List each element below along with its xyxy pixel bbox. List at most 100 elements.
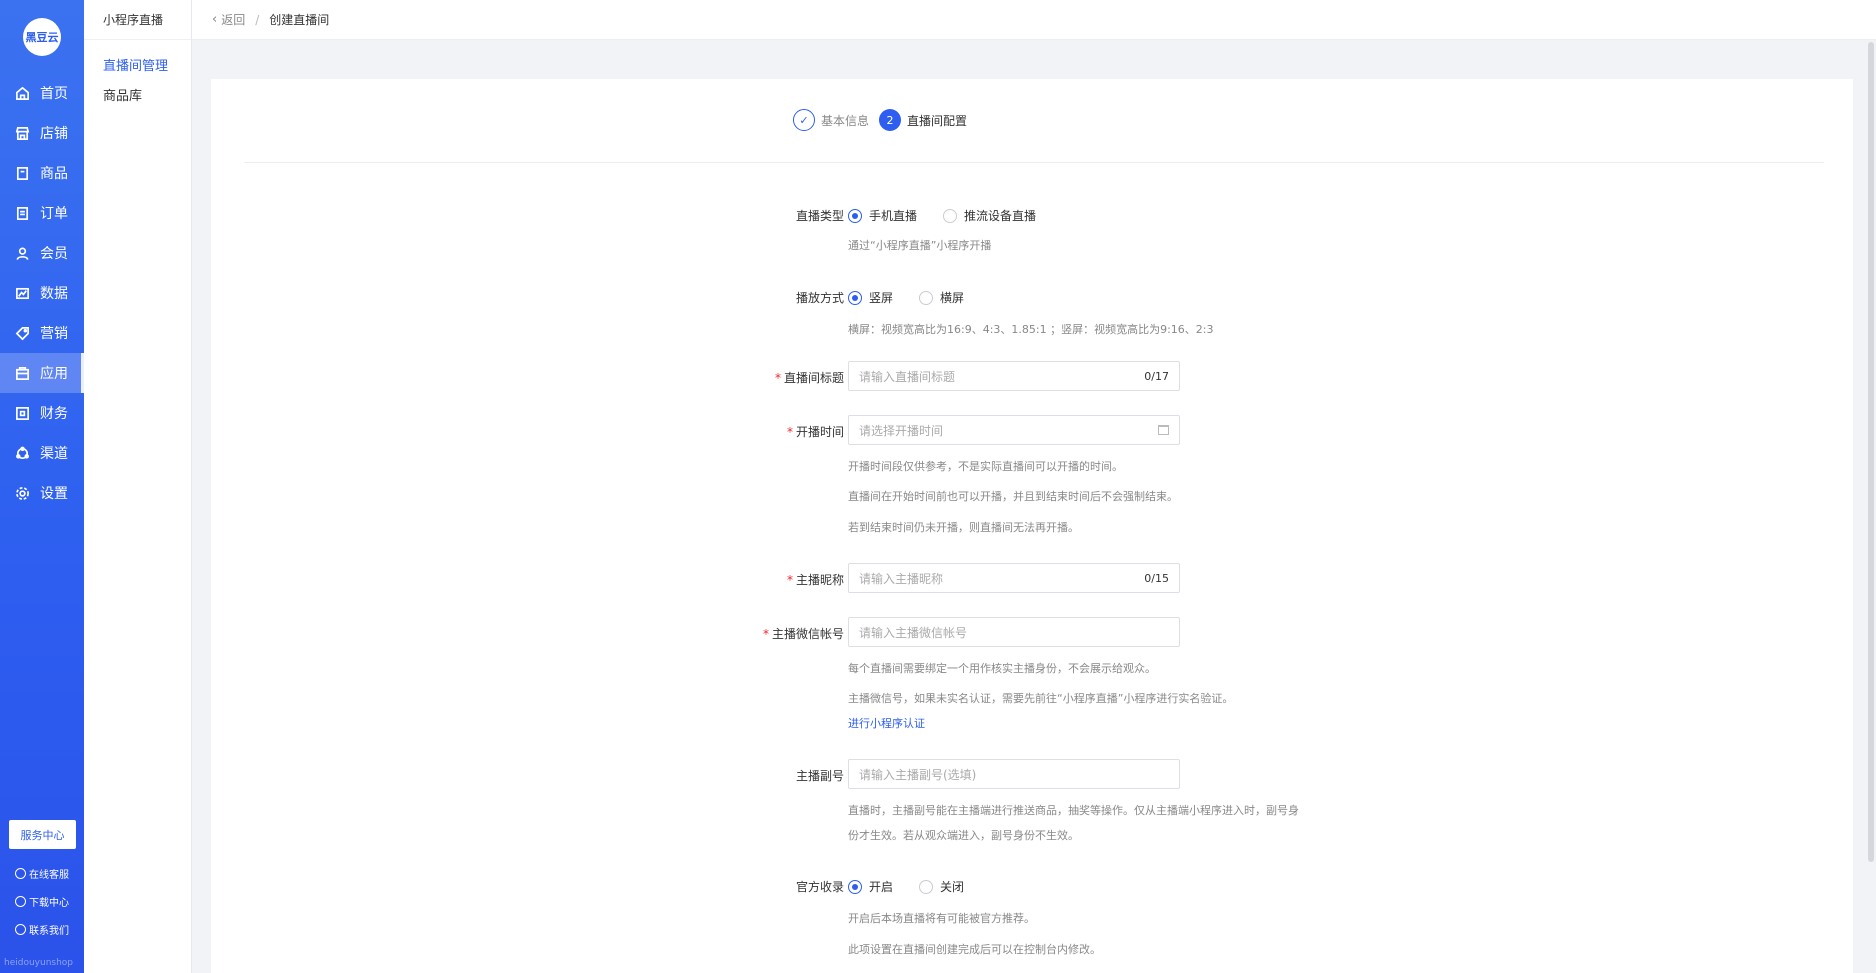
sidebar-item-label: 首页 — [40, 86, 68, 102]
room-title-input[interactable]: 请输入直播间标题 0/17 — [848, 361, 1180, 391]
start-time-help-2: 直播间在开始时间前也可以开播，并且到结束时间后不会强制结束。 — [848, 490, 1178, 503]
radio-mobile-live[interactable] — [848, 208, 862, 223]
service-center-button[interactable]: 服务中心 — [9, 820, 76, 849]
chevron-left-icon: ‹ — [212, 12, 218, 27]
sidebar-item-marketing[interactable]: 营销 — [0, 313, 84, 353]
anchor-wechat-help-1: 每个直播间需要绑定一个用作核实主播身份，不会展示给观众。 — [848, 662, 1156, 675]
radio-official-off[interactable] — [919, 879, 934, 894]
form-card: ✓ 基本信息 2 直播间配置 直播类型 手机直播 推流设备直播 通过“小程序直播… — [211, 79, 1853, 973]
radio-landscape[interactable] — [919, 290, 934, 305]
radio-label[interactable]: 竖屏 — [869, 289, 893, 306]
back-button[interactable]: ‹ 返回 — [212, 11, 245, 28]
scrollbar-thumb[interactable] — [1868, 42, 1874, 862]
breadcrumb-separator: / — [255, 12, 260, 27]
channel-icon — [14, 445, 30, 461]
sidebar-item-label: 营销 — [40, 326, 68, 342]
sidebar-item-members[interactable]: 会员 — [0, 233, 84, 273]
radio-official-on[interactable] — [848, 879, 862, 894]
anchor-nickname-input[interactable]: 请输入主播昵称 0/15 — [848, 563, 1180, 593]
sidebar-item-finance[interactable]: 财务 — [0, 393, 84, 433]
sidebar-item-label: 店铺 — [40, 126, 68, 142]
subside-item-live-rooms[interactable]: 直播间管理 — [84, 52, 191, 82]
app-icon — [14, 365, 30, 381]
sidebar-item-store[interactable]: 店铺 — [0, 113, 84, 153]
data-icon — [14, 285, 30, 301]
official-help-1: 开启后本场直播将有可能被官方推荐。 — [848, 912, 1035, 925]
sidebar-item-label: 财务 — [40, 406, 68, 422]
sidebar-item-orders[interactable]: 订单 — [0, 193, 84, 233]
sidebar-item-apps[interactable]: 应用 — [0, 353, 84, 393]
sidebar-item-label: 商品 — [40, 166, 68, 182]
contact-us-link[interactable]: 联系我们 — [15, 922, 69, 937]
start-time-help-1: 开播时间段仅供参考，不是实际直播间可以开播的时间。 — [848, 460, 1123, 473]
sidebar-item-label: 会员 — [40, 246, 68, 262]
divider — [244, 162, 1824, 163]
live-type-help: 通过“小程序直播”小程序开播 — [848, 239, 992, 252]
sidebar-item-label: 订单 — [40, 206, 68, 222]
radio-portrait[interactable] — [848, 290, 862, 305]
online-service-link[interactable]: 在线客服 — [15, 866, 69, 881]
radio-label[interactable]: 开启 — [869, 878, 893, 895]
secondary-sidebar: 小程序直播 直播间管理 商品库 — [84, 0, 192, 973]
anchor-sub-help-2: 份才生效。若从观众端进入，副号身份不生效。 — [848, 829, 1079, 842]
home-icon — [14, 85, 30, 101]
sidebar-item-data[interactable]: 数据 — [0, 273, 84, 313]
room-title-label: * 直播间标题 — [774, 371, 844, 385]
sidebar-item-home[interactable]: 首页 — [0, 73, 84, 113]
scrollbar[interactable] — [1866, 40, 1876, 973]
room-title-count: 0/17 — [1144, 369, 1169, 383]
anchor-wechat-label: * 主播微信帐号 — [762, 627, 844, 641]
subside-title: 小程序直播 — [84, 0, 191, 40]
official-help-2: 此项设置在直播间创建完成后可以在控制台内修改。 — [848, 943, 1101, 956]
sidebar-item-settings[interactable]: 设置 — [0, 473, 84, 513]
play-mode-label: 播放方式 — [795, 291, 844, 305]
sidebar-item-channels[interactable]: 渠道 — [0, 433, 84, 473]
breadcrumb-current: 创建直播间 — [269, 13, 330, 27]
step-room-config: 直播间配置 — [907, 113, 968, 128]
anchor-nickname-label: * 主播昵称 — [786, 573, 844, 587]
tag-icon — [14, 325, 30, 341]
sidebar-item-label: 应用 — [40, 366, 68, 382]
download-center-link[interactable]: 下载中心 — [15, 894, 69, 909]
finance-icon — [14, 405, 30, 421]
live-type-radio-group: 手机直播 推流设备直播 — [848, 207, 1062, 224]
download-icon — [15, 896, 26, 907]
official-radio-group: 开启 关闭 — [848, 878, 990, 895]
sidebar-item-label: 设置 — [40, 486, 68, 502]
radio-label[interactable]: 手机直播 — [869, 207, 917, 224]
anchor-nickname-count: 0/15 — [1144, 571, 1169, 585]
step-done-check-icon: ✓ — [793, 109, 815, 131]
step-basic-info[interactable]: 基本信息 — [821, 112, 869, 129]
miniprogram-verify-link[interactable]: 进行小程序认证 — [848, 715, 925, 731]
calendar-icon — [1158, 425, 1169, 435]
start-time-label: * 开播时间 — [786, 425, 844, 439]
sidebar-item-label: 数据 — [40, 286, 68, 302]
watermark-text: heidouyunshop — [4, 958, 74, 968]
breadcrumb: ‹ 返回 / 创建直播间 — [192, 0, 1876, 40]
message-icon — [15, 924, 26, 935]
start-time-picker[interactable]: 请选择开播时间 — [848, 415, 1180, 445]
live-type-label: 直播类型 — [795, 209, 844, 223]
subside-item-goods-library[interactable]: 商品库 — [84, 82, 191, 112]
step-current-number: 2 — [879, 109, 902, 131]
radio-label[interactable]: 推流设备直播 — [964, 207, 1036, 224]
goods-icon — [14, 165, 30, 181]
order-icon — [14, 205, 30, 221]
anchor-wechat-input[interactable]: 请输入主播微信帐号 — [848, 617, 1180, 647]
radio-label[interactable]: 关闭 — [940, 878, 964, 895]
sidebar-item-label: 渠道 — [40, 446, 68, 462]
play-mode-help: 横屏：视频宽高比为16:9、4:3、1.85:1 ；竖屏：视频宽高比为9:16、… — [848, 323, 1214, 336]
primary-nav: 首页 店铺 商品 订单 会员 数据 营销 应用 财务 渠道 设置 — [0, 73, 84, 513]
official-label: 官方收录 — [795, 880, 844, 894]
anchor-wechat-help-2: 主播微信号，如果未实名认证，需要先前往“小程序直播”小程序进行实名验证。 — [848, 692, 1234, 705]
radio-stream-device-live[interactable] — [943, 208, 958, 223]
brand-logo[interactable]: 黑豆云 — [23, 18, 61, 56]
start-time-help-3: 若到结束时间仍未开播，则直播间无法再开播。 — [848, 521, 1079, 534]
anchor-sub-input[interactable]: 请输入主播副号(选填) — [848, 759, 1180, 789]
gear-icon — [14, 485, 30, 501]
steps: ✓ 基本信息 2 直播间配置 — [793, 109, 977, 131]
chat-icon — [15, 868, 26, 879]
sidebar-item-goods[interactable]: 商品 — [0, 153, 84, 193]
anchor-sub-help-1: 直播时，主播副号能在主播端进行推送商品，抽奖等操作。仅从主播端小程序进入时，副号… — [848, 804, 1299, 817]
radio-label[interactable]: 横屏 — [940, 289, 964, 306]
